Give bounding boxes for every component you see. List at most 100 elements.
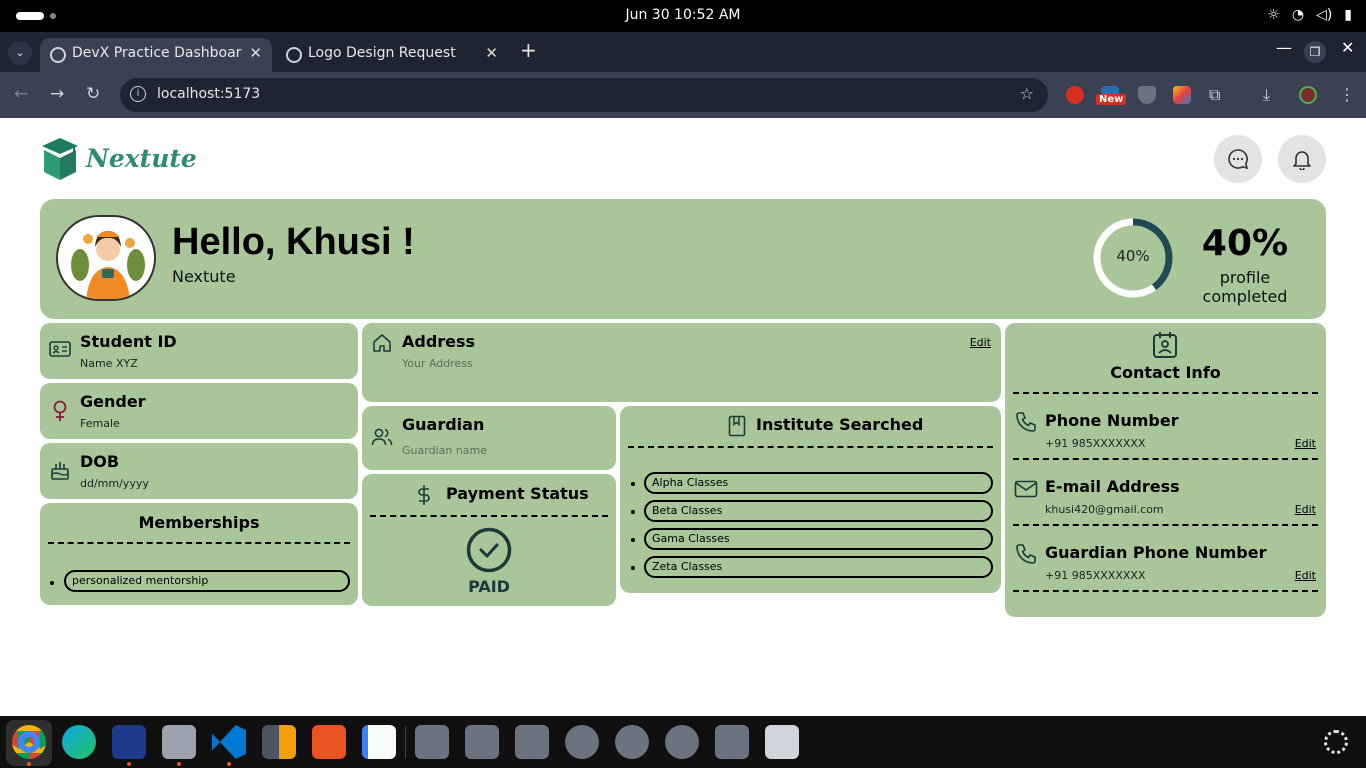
site-info-icon[interactable]: i	[130, 86, 146, 102]
back-icon[interactable]: ←	[14, 84, 28, 104]
bell-icon	[1293, 151, 1311, 170]
phone-icon	[1016, 412, 1036, 432]
membership-item[interactable]: personalized mentorship	[64, 570, 350, 592]
institute-item[interactable]: Alpha Classes	[644, 472, 993, 494]
running-indicator	[127, 762, 131, 766]
contact-divider	[1013, 392, 1318, 394]
disc-icon[interactable]	[615, 725, 649, 759]
profile-percent: 40%	[1201, 223, 1289, 264]
tab-search-button[interactable]: ⌄	[8, 41, 32, 65]
phone-icon	[1016, 544, 1036, 564]
institute-item[interactable]: Gama Classes	[644, 528, 993, 550]
guardian-phone-label: Guardian Phone Number	[1045, 543, 1267, 562]
memberships-card: Memberships personalized mentorship	[40, 503, 358, 605]
new-tab-button[interactable]: +	[520, 38, 537, 62]
browser-tab-bar: ⌄ DevX Practice Dashboard ✕ Logo Design …	[0, 32, 1366, 72]
brightness-icon: ☼	[1267, 7, 1280, 23]
contact-divider	[1013, 458, 1318, 460]
institute-divider	[628, 446, 993, 448]
address-edit-link[interactable]: Edit	[970, 336, 991, 349]
edge-app-icon[interactable]	[62, 725, 96, 759]
address-bar[interactable]: i localhost:5173 ☆	[120, 78, 1048, 112]
volume-icon: ◁)	[1316, 7, 1333, 23]
institute-item[interactable]: Zeta Classes	[644, 556, 993, 578]
payment-status-title: Payment Status	[446, 484, 589, 503]
close-window-icon[interactable]: ✕	[1341, 38, 1354, 57]
address-label: Address	[402, 332, 476, 351]
book-bookmark-icon	[728, 415, 746, 437]
close-tab-icon[interactable]: ✕	[249, 44, 262, 62]
minimize-icon[interactable]: —	[1276, 38, 1292, 57]
cake-icon	[51, 462, 69, 480]
brand-logo[interactable]: Nextute	[40, 136, 197, 186]
contact-book-icon	[1153, 332, 1177, 358]
email-value: khusi420@gmail.com	[1045, 503, 1164, 516]
list-bullet	[631, 566, 635, 570]
greeting-subtitle: Nextute	[172, 267, 236, 286]
phone-number-value: +91 985XXXXXXX	[1045, 437, 1146, 450]
contact-divider	[1013, 590, 1318, 592]
chrome-app-icon[interactable]	[12, 725, 46, 759]
trash-icon[interactable]	[765, 725, 799, 759]
address-card: Address Your Address Edit	[362, 323, 1001, 402]
mail-icon	[1014, 480, 1038, 498]
extension-new-badge: New	[1096, 94, 1127, 105]
tab-logo-design[interactable]: Logo Design Request ✕	[276, 38, 508, 72]
guardian-phone-edit-link[interactable]: Edit	[1295, 569, 1316, 582]
calculator-app-icon[interactable]	[262, 725, 296, 759]
forward-icon[interactable]: →	[50, 84, 64, 104]
shield-extension-icon[interactable]	[1138, 86, 1156, 104]
guardian-value: Guardian name	[402, 444, 488, 457]
drive-icon[interactable]	[465, 725, 499, 759]
files-app-icon[interactable]	[162, 725, 196, 759]
dollar-icon	[418, 485, 430, 505]
student-id-label: Student ID	[80, 332, 177, 351]
tab-devx-dashboard[interactable]: DevX Practice Dashboard ✕	[40, 38, 272, 72]
running-indicator	[227, 762, 231, 766]
ssd-drive-icon[interactable]	[715, 725, 749, 759]
users-icon	[371, 428, 393, 446]
reload-icon[interactable]: ↻	[86, 84, 100, 104]
system-tray[interactable]: ☼ ◔ ◁) ▮	[1267, 7, 1352, 23]
contact-info-card: Contact Info Phone Number +91 985XXXXXXX…	[1005, 323, 1326, 617]
extensions-puzzle-icon[interactable]: ⧉	[1209, 85, 1220, 105]
disc-icon[interactable]	[665, 725, 699, 759]
close-tab-icon[interactable]: ✕	[485, 44, 498, 62]
chat-button[interactable]	[1214, 135, 1262, 183]
text-editor-app-icon[interactable]	[362, 725, 396, 759]
remote-desktop-app-icon[interactable]	[112, 725, 146, 759]
color-picker-extension-icon[interactable]	[1173, 86, 1191, 104]
drive-icon[interactable]	[515, 725, 549, 759]
address-value: Your Address	[402, 357, 473, 370]
bookmark-star-icon[interactable]: ☆	[1020, 84, 1034, 103]
os-top-bar: Jun 30 10:52 AM ☼ ◔ ◁) ▮	[0, 0, 1366, 32]
download-icon[interactable]: ⤓	[1263, 85, 1270, 105]
extension-red-icon[interactable]	[1066, 86, 1084, 104]
globe-icon	[50, 47, 66, 63]
drive-icon[interactable]	[415, 725, 449, 759]
app-center-icon[interactable]	[312, 725, 346, 759]
avatar[interactable]	[56, 215, 156, 301]
chrome-menu-icon[interactable]: ⋮	[1339, 85, 1355, 104]
institute-item[interactable]: Beta Classes	[644, 500, 993, 522]
profile-avatar-icon[interactable]	[1299, 86, 1317, 104]
os-clock[interactable]: Jun 30 10:52 AM	[0, 7, 1366, 23]
student-id-value: Name XYZ	[80, 357, 138, 370]
student-id-card: Student ID Name XYZ	[40, 323, 358, 379]
vscode-app-icon[interactable]	[212, 725, 246, 759]
notifications-button[interactable]	[1278, 135, 1326, 183]
restore-icon[interactable]: ❐	[1304, 41, 1326, 63]
phone-edit-link[interactable]: Edit	[1295, 437, 1316, 450]
disc-icon[interactable]	[565, 725, 599, 759]
dashboard-page: Nextute Hello, Khusi ! Nextute 40% 40% p…	[0, 118, 1366, 716]
list-bullet	[631, 482, 635, 486]
tab-title: DevX Practice Dashboard	[72, 45, 242, 61]
show-apps-icon[interactable]	[1324, 730, 1348, 754]
gender-value: Female	[80, 417, 120, 430]
running-indicator	[27, 762, 31, 766]
guardian-card: Guardian Guardian name	[362, 406, 616, 470]
memberships-title: Memberships	[138, 513, 260, 532]
email-edit-link[interactable]: Edit	[1295, 503, 1316, 516]
email-label: E-mail Address	[1045, 477, 1180, 496]
url-text[interactable]: localhost:5173	[157, 86, 260, 102]
